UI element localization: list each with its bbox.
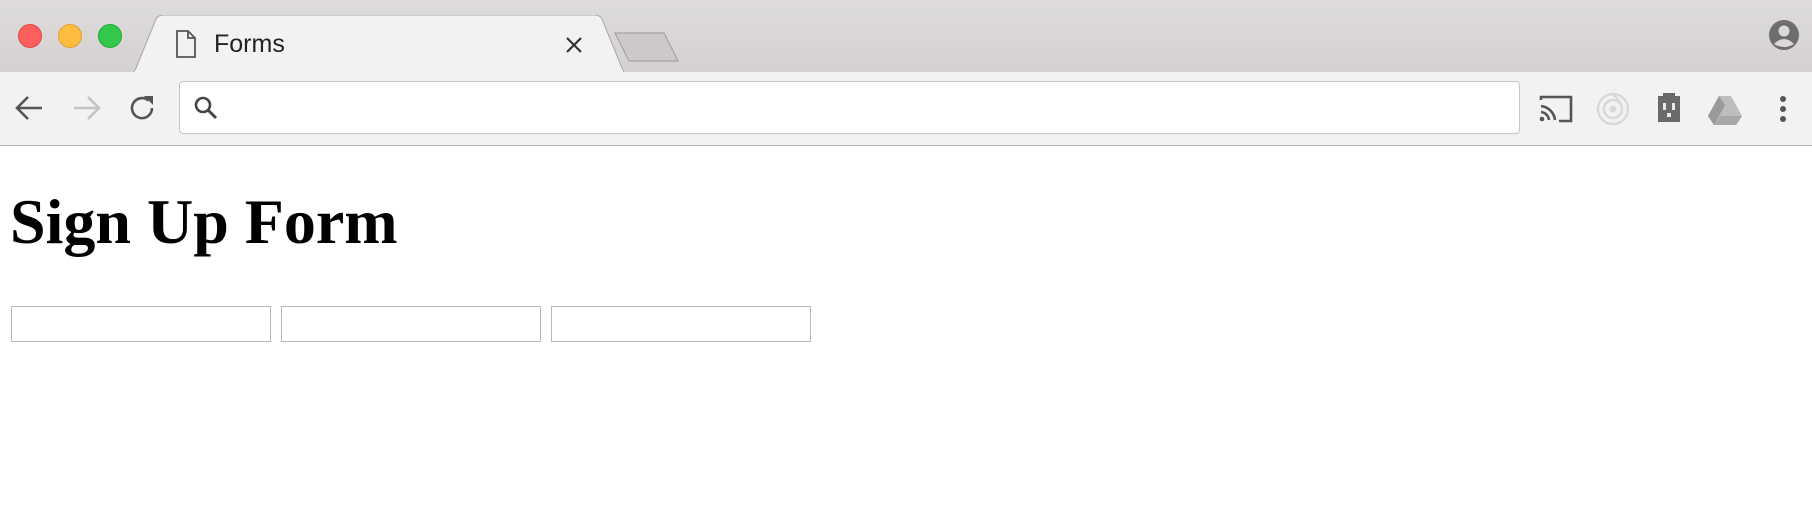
target-icon[interactable] (1594, 90, 1632, 128)
tab-forms[interactable]: Forms (134, 15, 630, 73)
drive-icon[interactable] (1706, 90, 1744, 128)
cast-icon[interactable] (1537, 90, 1575, 128)
tab-strip: Forms (0, 0, 1812, 73)
close-icon[interactable] (562, 33, 586, 57)
profile-icon[interactable] (1768, 19, 1800, 51)
page-title: Sign Up Form (10, 186, 398, 257)
search-icon (194, 96, 218, 120)
window-maximize-button[interactable] (98, 24, 122, 48)
document-icon (176, 30, 196, 58)
more-vert-icon[interactable] (1764, 90, 1802, 128)
reload-icon[interactable] (124, 90, 160, 126)
tab-shape (134, 15, 625, 73)
arrow-left-icon[interactable] (12, 90, 48, 126)
page-content: Sign Up Form (0, 146, 1812, 510)
outlet-icon[interactable] (1650, 90, 1688, 128)
tab-title: Forms (214, 30, 285, 58)
browser-toolbar (0, 72, 1812, 146)
address-input[interactable] (236, 90, 1500, 128)
signup-field-1[interactable] (11, 306, 271, 342)
new-tab-button[interactable] (612, 30, 682, 64)
browser-window: Forms Sign Up Form (0, 0, 1812, 510)
window-minimize-button[interactable] (58, 24, 82, 48)
address-bar[interactable] (179, 81, 1520, 134)
signup-field-2[interactable] (281, 306, 541, 342)
arrow-right-icon[interactable] (68, 90, 104, 126)
window-close-button[interactable] (18, 24, 42, 48)
signup-field-3[interactable] (551, 306, 811, 342)
